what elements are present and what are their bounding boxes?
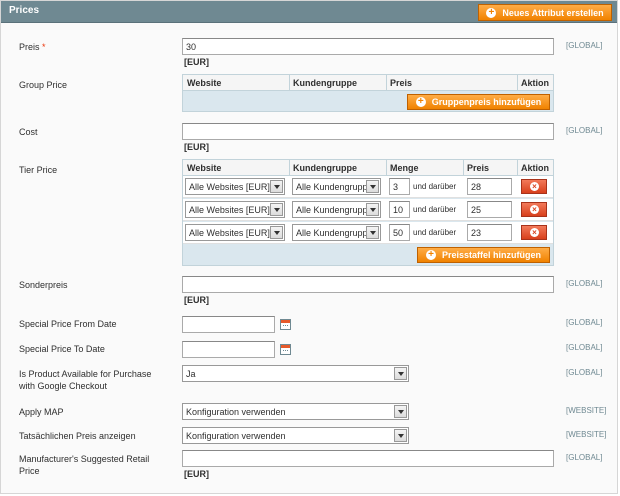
- plus-icon: +: [425, 250, 436, 260]
- tier-price-input[interactable]: 25: [467, 201, 512, 218]
- tier-qty-suffix: und darüber: [413, 228, 457, 237]
- special-to-date-input[interactable]: [182, 341, 275, 358]
- panel-title: Prices: [9, 5, 40, 16]
- tier-customer-group-select[interactable]: Alle Kundengruppen: [292, 201, 381, 218]
- special-price-label: Sonderpreis: [19, 280, 68, 290]
- special-from-label: Special Price From Date: [19, 319, 117, 329]
- special-to-label: Special Price To Date: [19, 344, 105, 354]
- chevron-down-icon: [270, 203, 283, 216]
- chevron-down-icon: [394, 405, 407, 418]
- special-from-scope: [GLOBAL]: [566, 318, 603, 327]
- tier-qty-input[interactable]: 10: [389, 201, 410, 218]
- plus-icon: +: [486, 7, 497, 18]
- group-price-grid: Website Kundengruppe Preis Aktion + Grup…: [182, 74, 554, 112]
- chevron-down-icon: [270, 180, 283, 193]
- show-price-label: Tatsächlichen Preis anzeigen: [19, 431, 136, 441]
- cost-unit: [EUR]: [184, 142, 209, 152]
- tier-qty-input[interactable]: 50: [389, 224, 410, 241]
- tier-customer-group-select[interactable]: Alle Kundengruppen: [292, 224, 381, 241]
- cost-input[interactable]: [182, 123, 554, 140]
- tier-qty-suffix: und darüber: [413, 182, 457, 191]
- apply-map-scope: [WEBSITE]: [566, 406, 607, 415]
- new-attribute-button-label: Neues Attribut erstellen: [502, 7, 604, 18]
- chevron-down-icon: [366, 226, 379, 239]
- google-checkout-label: Is Product Available for Purchase with G…: [19, 369, 152, 391]
- tier-price-grid: Website Kundengruppe Menge Preis Aktion …: [182, 159, 554, 266]
- google-checkout-scope: [GLOBAL]: [566, 368, 603, 377]
- prices-panel: Prices + Neues Attribut erstellen Preis …: [0, 0, 618, 494]
- cost-scope: [GLOBAL]: [566, 126, 603, 135]
- new-attribute-button[interactable]: + Neues Attribut erstellen: [478, 4, 612, 21]
- price-scope: [GLOBAL]: [566, 41, 603, 50]
- chevron-down-icon: [394, 367, 407, 380]
- calendar-icon[interactable]: [280, 319, 291, 330]
- group-col-price: Preis: [390, 78, 413, 88]
- add-tier-price-button[interactable]: + Preisstaffel hinzufügen: [417, 247, 550, 263]
- tier-website-select[interactable]: Alle Websites [EUR]: [185, 201, 285, 218]
- delete-tier-button[interactable]: ×: [521, 202, 547, 217]
- group-price-grid-header: Website Kundengruppe Preis Aktion: [183, 75, 553, 91]
- delete-tier-button[interactable]: ×: [521, 179, 547, 194]
- delete-tier-button[interactable]: ×: [521, 225, 547, 240]
- msrp-label: Manufacturer's Suggested Retail Price: [19, 454, 150, 476]
- special-price-unit: [EUR]: [184, 295, 209, 305]
- tier-customer-group-select[interactable]: Alle Kundengruppen: [292, 178, 381, 195]
- group-col-website: Website: [187, 78, 222, 88]
- tier-qty-suffix: und darüber: [413, 205, 457, 214]
- msrp-scope: [GLOBAL]: [566, 453, 603, 462]
- tier-col-qty: Menge: [390, 163, 419, 173]
- google-checkout-select[interactable]: Ja: [182, 365, 409, 382]
- close-icon: ×: [530, 182, 539, 191]
- close-icon: ×: [530, 205, 539, 214]
- tier-col-action: Aktion: [521, 163, 549, 173]
- special-from-date-input[interactable]: [182, 316, 275, 333]
- tier-qty-input[interactable]: 3: [389, 178, 410, 195]
- required-mark: *: [42, 42, 46, 52]
- chevron-down-icon: [394, 429, 407, 442]
- tier-website-select[interactable]: Alle Websites [EUR]: [185, 178, 285, 195]
- msrp-input[interactable]: [182, 450, 554, 467]
- add-group-price-button[interactable]: + Gruppenpreis hinzufügen: [407, 94, 550, 110]
- chevron-down-icon: [366, 180, 379, 193]
- group-col-action: Aktion: [521, 78, 549, 88]
- show-price-scope: [WEBSITE]: [566, 430, 607, 439]
- special-price-input[interactable]: [182, 276, 554, 293]
- cost-label: Cost: [19, 127, 38, 137]
- calendar-icon[interactable]: [280, 344, 291, 355]
- price-label: Preis *: [19, 42, 46, 52]
- group-price-label: Group Price: [19, 80, 68, 90]
- panel-header: Prices + Neues Attribut erstellen: [1, 1, 617, 23]
- apply-map-label: Apply MAP: [19, 407, 64, 417]
- close-icon: ×: [530, 228, 539, 237]
- price-input[interactable]: 30: [182, 38, 554, 55]
- chevron-down-icon: [270, 226, 283, 239]
- show-price-select[interactable]: Konfiguration verwenden: [182, 427, 409, 444]
- msrp-unit: [EUR]: [184, 469, 209, 479]
- tier-price-label: Tier Price: [19, 165, 58, 175]
- add-group-price-label: Gruppenpreis hinzufügen: [431, 97, 542, 107]
- apply-map-select[interactable]: Konfiguration verwenden: [182, 403, 409, 420]
- plus-icon: +: [415, 97, 426, 107]
- group-col-customer-group: Kundengruppe: [293, 78, 357, 88]
- add-tier-price-label: Preisstaffel hinzufügen: [441, 250, 541, 260]
- tier-website-select[interactable]: Alle Websites [EUR]: [185, 224, 285, 241]
- tier-col-customer-group: Kundengruppe: [293, 163, 357, 173]
- special-price-scope: [GLOBAL]: [566, 279, 603, 288]
- tier-col-price: Preis: [467, 163, 490, 173]
- tier-price-input[interactable]: 28: [467, 178, 512, 195]
- chevron-down-icon: [366, 203, 379, 216]
- tier-col-website: Website: [187, 163, 222, 173]
- special-to-scope: [GLOBAL]: [566, 343, 603, 352]
- price-unit: [EUR]: [184, 57, 209, 67]
- tier-price-grid-header: Website Kundengruppe Menge Preis Aktion: [183, 160, 553, 176]
- tier-price-input[interactable]: 23: [467, 224, 512, 241]
